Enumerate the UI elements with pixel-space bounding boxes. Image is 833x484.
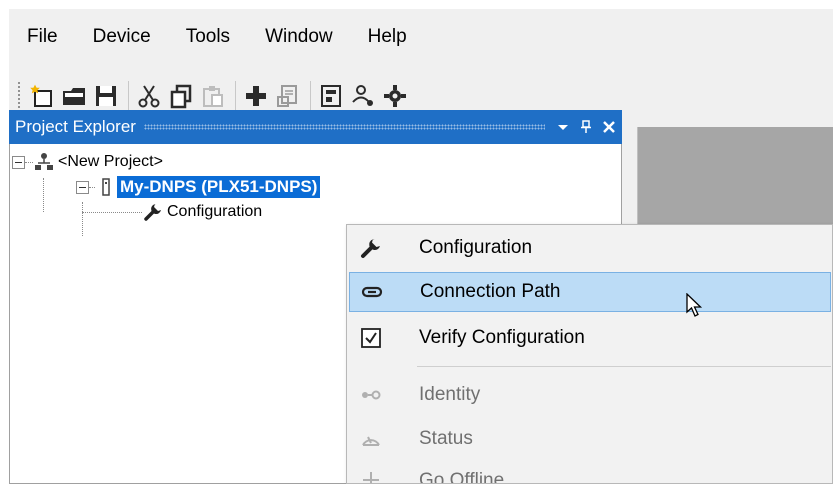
menu-item-go-offline[interactable]: Go Offline	[349, 461, 831, 484]
network-button[interactable]	[348, 80, 378, 112]
network-icon	[352, 85, 373, 106]
properties-button[interactable]	[273, 80, 303, 112]
identity-icon	[349, 375, 393, 415]
cut-icon	[138, 85, 160, 108]
project-icon	[33, 151, 55, 173]
panel-header-grip[interactable]	[143, 124, 545, 130]
link-icon	[350, 272, 394, 312]
tree-connector	[25, 161, 33, 163]
menu-item-configuration[interactable]: Configuration	[349, 228, 831, 268]
module-button[interactable]	[316, 80, 346, 112]
menu-item-label: Go Offline	[419, 470, 505, 484]
mouse-cursor-icon	[686, 293, 703, 317]
add-icon	[246, 86, 266, 106]
menu-bar: File Device Tools Window Help	[9, 9, 833, 65]
menu-help[interactable]: Help	[364, 22, 411, 52]
project-label: <New Project>	[58, 153, 163, 170]
menu-item-verify-configuration[interactable]: Verify Configuration	[349, 318, 831, 358]
panel-header: Project Explorer	[9, 110, 622, 144]
context-menu: Configuration Connection Path Verify Con…	[346, 224, 833, 484]
offline-icon	[349, 461, 393, 483]
add-button[interactable]	[241, 80, 271, 112]
panel-options-button[interactable]	[553, 115, 573, 139]
new-project-button[interactable]	[27, 80, 57, 112]
close-icon	[603, 121, 615, 133]
panel-title: Project Explorer	[15, 117, 136, 136]
settings-icon	[384, 85, 406, 107]
copy-button[interactable]	[166, 80, 196, 112]
menu-file[interactable]: File	[23, 22, 62, 52]
collapse-toggle[interactable]	[12, 155, 25, 169]
collapse-toggle[interactable]	[76, 180, 89, 194]
tree-connector	[82, 211, 142, 213]
menu-item-label: Status	[419, 428, 473, 449]
wrench-icon	[349, 228, 393, 268]
menu-tools[interactable]: Tools	[182, 22, 234, 52]
panel-pin-button[interactable]	[576, 115, 596, 139]
menu-item-label: Verify Configuration	[419, 327, 585, 348]
wrench-icon	[142, 201, 164, 223]
menu-item-connection-path[interactable]: Connection Path	[349, 272, 831, 312]
menu-item-label: Identity	[419, 384, 481, 405]
menu-item-label: Configuration	[419, 237, 533, 258]
device-icon	[95, 176, 117, 198]
gauge-icon	[349, 419, 393, 459]
tree-connector	[43, 178, 44, 212]
toolbar-separator	[310, 81, 311, 111]
open-folder-icon	[63, 88, 85, 105]
menu-device[interactable]: Device	[89, 22, 155, 52]
checkbox-icon	[349, 318, 393, 358]
pin-icon	[581, 120, 591, 133]
menu-item-label: Connection Path	[420, 281, 561, 302]
tree-node-configuration[interactable]: Configuration	[82, 200, 265, 224]
paste-icon	[203, 86, 223, 107]
menu-separator	[417, 366, 831, 367]
device-label: My-DNPS (PLX51-DNPS)	[117, 176, 321, 198]
toolbar-separator	[128, 81, 129, 111]
menu-window[interactable]: Window	[261, 22, 337, 52]
menu-item-identity[interactable]: Identity	[349, 375, 831, 415]
panel-close-button[interactable]	[599, 115, 619, 139]
dropdown-arrow-icon	[558, 125, 568, 130]
settings-button[interactable]	[380, 80, 410, 112]
new-project-icon	[30, 84, 52, 107]
tree-node-device[interactable]: My-DNPS (PLX51-DNPS)	[76, 175, 321, 199]
toolbar-grip[interactable]	[17, 81, 21, 111]
menu-item-status[interactable]: Status	[349, 419, 831, 459]
copy-icon	[170, 84, 192, 109]
save-icon	[96, 86, 116, 106]
toolbar-separator	[235, 81, 236, 111]
cut-button[interactable]	[134, 80, 164, 112]
properties-icon	[277, 85, 297, 107]
open-button[interactable]	[59, 80, 89, 112]
paste-button[interactable]	[198, 80, 228, 112]
configuration-label: Configuration	[167, 203, 263, 220]
module-icon	[321, 85, 341, 107]
tree-node-project[interactable]: <New Project>	[12, 150, 166, 174]
save-button[interactable]	[91, 80, 121, 112]
